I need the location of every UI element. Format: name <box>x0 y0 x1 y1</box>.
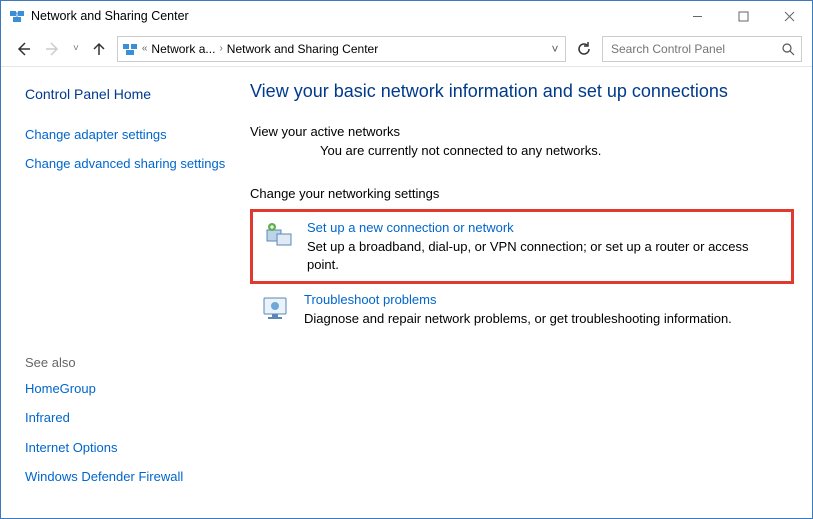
network-center-icon <box>9 8 25 24</box>
main-content: View your basic network information and … <box>246 67 812 518</box>
see-also-section: See also HomeGroup Infrared Internet Opt… <box>25 355 234 506</box>
active-networks-status: You are currently not connected to any n… <box>320 143 794 158</box>
page-heading: View your basic network information and … <box>250 81 794 102</box>
titlebar: Network and Sharing Center <box>1 1 812 31</box>
change-settings-header: Change your networking settings <box>250 186 794 201</box>
network-sharing-window: Network and Sharing Center ˅ « Network a… <box>0 0 813 519</box>
network-center-icon <box>122 41 138 57</box>
control-panel-home-link[interactable]: Control Panel Home <box>25 85 234 104</box>
change-adapter-settings-link[interactable]: Change adapter settings <box>25 126 234 144</box>
setup-connection-icon <box>263 220 295 252</box>
infrared-link[interactable]: Infrared <box>25 409 234 427</box>
setup-connection-desc: Set up a broadband, dial-up, or VPN conn… <box>307 238 783 273</box>
recent-locations-dropdown[interactable]: ˅ <box>71 43 81 54</box>
back-button[interactable] <box>11 37 35 61</box>
troubleshoot-option[interactable]: Troubleshoot problems Diagnose and repai… <box>250 284 794 336</box>
search-box[interactable] <box>602 36 802 62</box>
close-button[interactable] <box>766 1 812 31</box>
refresh-button[interactable] <box>572 37 596 61</box>
addressbar: ˅ « Network a... › Network and Sharing C… <box>1 31 812 67</box>
homegroup-link[interactable]: HomeGroup <box>25 380 234 398</box>
breadcrumb-item-parent[interactable]: Network a... <box>151 42 215 56</box>
breadcrumb-bar[interactable]: « Network a... › Network and Sharing Cen… <box>117 36 566 62</box>
search-icon[interactable] <box>781 42 795 56</box>
troubleshoot-title: Troubleshoot problems <box>304 292 732 307</box>
window-title: Network and Sharing Center <box>31 9 189 23</box>
breadcrumb-item-current[interactable]: Network and Sharing Center <box>227 42 378 56</box>
up-button[interactable] <box>87 37 111 61</box>
forward-button[interactable] <box>41 37 65 61</box>
chevron-left-icon[interactable]: « <box>142 43 148 54</box>
chevron-right-icon[interactable]: › <box>219 43 222 54</box>
troubleshoot-desc: Diagnose and repair network problems, or… <box>304 310 732 328</box>
see-also-header: See also <box>25 355 234 370</box>
internet-options-link[interactable]: Internet Options <box>25 439 234 457</box>
maximize-button[interactable] <box>720 1 766 31</box>
active-networks-header: View your active networks <box>250 124 794 139</box>
breadcrumb-dropdown[interactable]: ˅ <box>549 42 561 56</box>
setup-connection-title: Set up a new connection or network <box>307 220 783 235</box>
troubleshoot-icon <box>260 292 292 324</box>
firewall-link[interactable]: Windows Defender Firewall <box>25 468 234 486</box>
window-controls <box>674 1 812 31</box>
search-input[interactable] <box>609 41 781 57</box>
setup-connection-option[interactable]: Set up a new connection or network Set u… <box>250 209 794 284</box>
sidebar: Control Panel Home Change adapter settin… <box>1 67 246 518</box>
minimize-button[interactable] <box>674 1 720 31</box>
change-advanced-sharing-link[interactable]: Change advanced sharing settings <box>25 155 234 173</box>
